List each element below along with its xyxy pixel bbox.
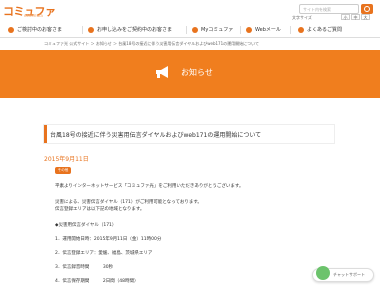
body-line: 2．伝言登録エリア：愛媛、福島、茨城県エリア <box>55 251 153 256</box>
question-icon <box>298 26 304 33</box>
search-button[interactable] <box>361 4 373 14</box>
chat-support-label[interactable]: チャットサポート <box>333 272 365 278</box>
gnav-item-customers[interactable]: お申し込みをご契約中のお客さま <box>88 25 172 35</box>
mail-icon <box>246 26 252 33</box>
page-title: お知らせ <box>181 68 213 77</box>
search-input[interactable]: サイト内を検索 <box>299 4 359 14</box>
gnav-label: お申し込みをご契約中のお客さま <box>97 27 173 33</box>
home-icon <box>192 26 198 33</box>
body-line: 4．伝言保存期間 2日間（48時間） <box>55 279 139 284</box>
body-line: 伝言登録エリアは以下記の地域となります。 <box>55 207 145 212</box>
user-icon <box>88 26 94 33</box>
gnav-label: Webメール <box>255 27 281 33</box>
gnav-item-webmail[interactable]: Webメール <box>246 25 281 35</box>
breadcrumb[interactable]: コミュファ光 公式サイト ＞ お知らせ ＞ 台風18号の接近に伴う災害用伝言ダイ… <box>44 41 259 47</box>
body-line: ◆災害用伝言ダイヤル（171） <box>55 223 117 228</box>
article-title: 台風18号の接近に伴う災害用伝言ダイヤルおよびweb171の運用開始について <box>50 132 262 139</box>
nav-divider <box>290 26 291 34</box>
chat-mascot-icon[interactable] <box>316 266 330 280</box>
gnav-item-faq[interactable]: よくあるご質問 <box>298 25 342 35</box>
gnav-item-prospective[interactable]: ご検討中のお客さま <box>8 25 62 35</box>
font-large-button[interactable]: 大 <box>361 14 370 20</box>
gnav-label: よくあるご質問 <box>307 27 343 33</box>
body-line: 3．伝言録音時間 30秒 <box>55 265 114 270</box>
global-nav: ご検討中のお客さま お申し込みをご契約中のお客さま Myコミュファ Webメール… <box>0 22 380 38</box>
category-badge: その他 <box>55 167 71 174</box>
nav-divider <box>82 26 83 34</box>
body-line: 1．運用開始日時：2015年9月11日（金）11時00分 <box>55 237 162 242</box>
body-line: 平素よりインターネットサービス「コミュファ光」をご利用いただきありがとうございま… <box>55 184 244 189</box>
nav-divider <box>186 26 187 34</box>
user-icon <box>8 26 14 33</box>
gnav-label: ご検討中のお客さま <box>17 27 63 33</box>
megaphone-icon <box>156 66 168 78</box>
logo-subtext: commufa <box>24 13 43 18</box>
page-hero: お知らせ <box>0 50 380 98</box>
article-date: 2015年9月11日 <box>44 156 89 163</box>
gnav-label: Myコミュファ <box>201 27 234 33</box>
font-medium-button[interactable]: 中 <box>351 14 360 20</box>
body-line: 災害による、災害伝言ダイヤル（171）がご利用可能となっております。 <box>55 200 202 205</box>
nav-divider <box>240 26 241 34</box>
site-header: コミュファ commufa サイト内を検索 文字サイズ 小 中 大 <box>0 0 380 22</box>
font-small-button[interactable]: 小 <box>341 14 350 20</box>
font-size-label: 文字サイズ <box>292 15 312 20</box>
gnav-item-mycommufa[interactable]: Myコミュファ <box>192 25 233 35</box>
